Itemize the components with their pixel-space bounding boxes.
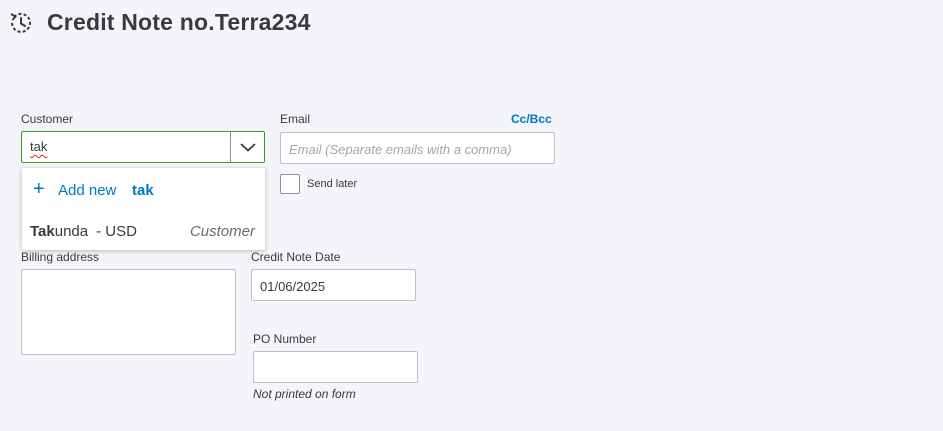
po-number-hint: Not printed on form xyxy=(253,387,356,401)
credit-note-date-label: Credit Note Date xyxy=(251,250,341,264)
customer-input[interactable]: tak xyxy=(30,132,47,162)
customer-option[interactable]: Takunda - USD Customer xyxy=(22,211,265,250)
email-field[interactable]: Email (Separate emails with a comma) xyxy=(280,132,555,164)
customer-option-match: Tak xyxy=(30,223,55,240)
credit-note-date-value: 01/06/2025 xyxy=(260,279,326,294)
customer-option-name: Takunda - USD xyxy=(30,223,137,240)
cc-bcc-link[interactable]: Cc/Bcc xyxy=(511,112,552,126)
add-new-customer-option[interactable]: + Add new tak xyxy=(22,168,265,211)
email-placeholder: Email (Separate emails with a comma) xyxy=(289,142,512,157)
email-label: Email xyxy=(280,112,311,126)
page-title: Credit Note no.Terra234 xyxy=(47,9,311,35)
billing-address-field[interactable] xyxy=(21,269,236,355)
customer-option-type: Customer xyxy=(189,223,255,240)
customer-option-rest: unda xyxy=(54,223,89,240)
customer-dropdown: + Add new tak Takunda - USD Customer xyxy=(22,168,265,250)
history-icon[interactable] xyxy=(8,10,34,36)
plus-icon: + xyxy=(33,178,45,200)
po-number-field[interactable] xyxy=(253,351,418,383)
billing-address-label: Billing address xyxy=(21,250,100,264)
chevron-down-icon xyxy=(240,143,256,152)
credit-note-date-field[interactable]: 01/06/2025 xyxy=(251,269,416,301)
po-number-label: PO Number xyxy=(253,332,317,346)
add-new-label: Add new xyxy=(58,182,117,199)
customer-option-currency: - USD xyxy=(96,223,137,240)
customer-combobox[interactable]: tak xyxy=(21,131,265,163)
send-later-checkbox[interactable] xyxy=(280,174,300,194)
customer-label: Customer xyxy=(21,112,74,126)
add-new-query: tak xyxy=(132,182,154,199)
customer-dropdown-toggle[interactable] xyxy=(230,132,264,162)
send-later-label: Send later xyxy=(307,178,358,190)
